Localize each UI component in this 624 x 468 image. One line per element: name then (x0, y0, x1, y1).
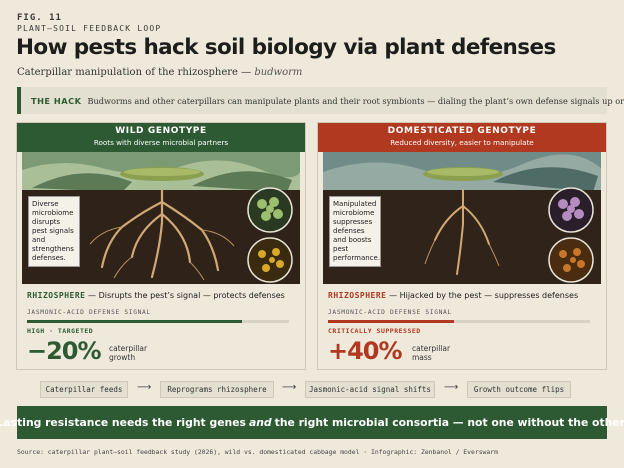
wild-rhizosphere: RHIZOSPHERE — Disrupts the pest’s signal… (27, 291, 285, 300)
hack-text: Budworms and other caterpillars can mani… (87, 95, 624, 106)
domesticated-rhizosphere: RHIZOSPHERE — Hijacked by the pest — sup… (328, 291, 578, 300)
domesticated-zone-text: — Hijacked by the pest — suppresses defe… (389, 291, 579, 300)
wild-header: WILD GENOTYPE Roots with diverse microbi… (17, 123, 305, 152)
wild-big-caption: caterpillar growth (109, 344, 147, 362)
arrow-right-icon: ⟶ (137, 382, 152, 393)
wild-illustration: Diverse microbiome disrupts pest signals… (22, 152, 300, 284)
wild-genotype-panel: WILD GENOTYPE Roots with diverse microbi… (16, 122, 306, 370)
kicker: PLANT–SOIL FEEDBACK LOOP (17, 24, 162, 33)
wild-signal-fill (27, 320, 242, 323)
wild-zone-label: RHIZOSPHERE (27, 291, 86, 300)
wild-title: WILD GENOTYPE (115, 126, 207, 136)
domesticated-title: DOMESTICATED GENOTYPE (387, 126, 537, 136)
page-title: How pests hack soil biology via plant de… (16, 35, 556, 60)
wild-level: HIGH · TARGETED (27, 327, 94, 335)
domesticated-caption-line1: caterpillar (412, 344, 451, 353)
wild-subtitle: Roots with diverse microbial partners (93, 138, 229, 147)
subtitle-species: budworm (254, 67, 303, 78)
conclusion-emphasis: and (248, 416, 272, 429)
conclusion-banner: Lasting resistance needs the right genes… (0, 406, 624, 439)
domesticated-zone-label: RHIZOSPHERE (328, 291, 387, 300)
conclusion-part2: the right microbial consortia — not one … (274, 416, 624, 429)
step-1: Caterpillar feeds (40, 381, 128, 398)
domesticated-signal-fill (328, 320, 454, 323)
wild-note: Diverse microbiome disrupts pest signals… (28, 196, 80, 267)
wild-caption-line2: growth (109, 353, 136, 362)
domesticated-big-caption: caterpillar mass (412, 344, 450, 362)
domesticated-illustration: Manipulated microbiome suppresses defens… (323, 152, 601, 284)
wild-caption-line1: caterpillar (109, 344, 148, 353)
subtitle: Caterpillar manipulation of the rhizosph… (17, 67, 302, 78)
hack-callout: THE HACK Budworms and other caterpillars… (17, 87, 624, 114)
figure-label: FIG. 11 (17, 13, 62, 23)
domesticated-signal-label: JASMONIC-ACID DEFENSE SIGNAL (328, 309, 452, 316)
domesticated-header: DOMESTICATED GENOTYPE Reduced diversity,… (318, 123, 606, 152)
domesticated-note: Manipulated microbiome suppresses defens… (329, 196, 381, 267)
arrow-right-icon: ⟶ (282, 382, 297, 393)
wild-zone-text: — Disrupts the pest’s signal — protects … (88, 291, 285, 300)
domesticated-genotype-panel: DOMESTICATED GENOTYPE Reduced diversity,… (317, 122, 607, 370)
domesticated-big-value: +40% (328, 337, 403, 365)
domesticated-level: CRITICALLY SUPPRESSED (328, 327, 421, 335)
conclusion-part1: Lasting resistance needs the right genes (0, 416, 246, 429)
arrow-right-icon: ⟶ (444, 382, 459, 393)
wild-big-value: −20% (27, 337, 102, 365)
source-credit: Source: caterpillar plant–soil feedback … (17, 448, 498, 456)
domesticated-subtitle: Reduced diversity, easier to manipulate (390, 138, 534, 147)
domesticated-caption-line2: mass (412, 353, 432, 362)
wild-signal-label: JASMONIC-ACID DEFENSE SIGNAL (27, 309, 151, 316)
step-4: Growth outcome flips (467, 381, 571, 398)
domesticated-signal-track (328, 320, 590, 323)
step-3: Jasmonic-acid signal shifts (305, 381, 435, 398)
hack-label: THE HACK (31, 95, 82, 106)
wild-signal-track (27, 320, 289, 323)
step-2: Reprograms rhizosphere (160, 381, 274, 398)
subtitle-main: Caterpillar manipulation of the rhizosph… (17, 67, 252, 78)
